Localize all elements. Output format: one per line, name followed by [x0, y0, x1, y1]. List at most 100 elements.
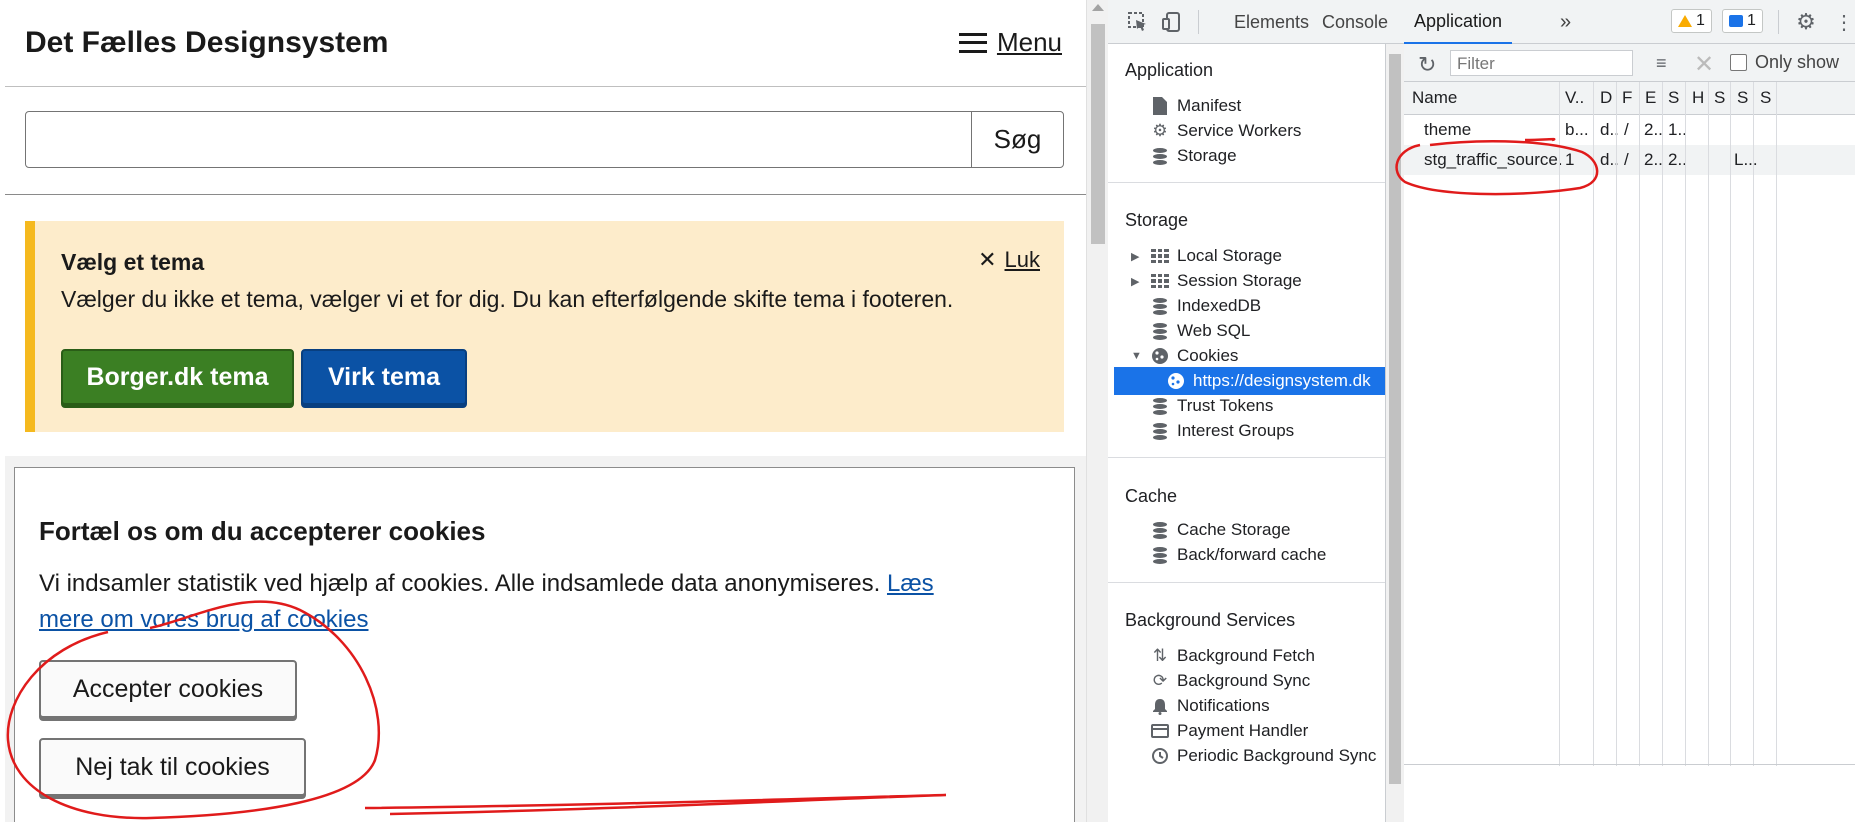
- close-icon: ✕: [978, 247, 997, 272]
- divider: [1108, 457, 1385, 458]
- decline-cookies-button[interactable]: Nej tak til cookies: [39, 738, 306, 796]
- column-header-secure[interactable]: S: [1714, 82, 1725, 114]
- divider: [1108, 582, 1385, 583]
- inspect-element-icon[interactable]: [1126, 10, 1150, 34]
- clock-icon: [1150, 746, 1170, 766]
- column-header-sameparty[interactable]: S: [1760, 82, 1771, 114]
- search-input[interactable]: [25, 111, 973, 168]
- column-divider: [1708, 82, 1709, 766]
- cookie-banner-text: Vi indsamler statistik ved hjælp af cook…: [39, 566, 969, 638]
- sidebar-scrollbar[interactable]: [1386, 44, 1404, 822]
- database-icon: [1150, 520, 1170, 540]
- messages-count: 1: [1747, 12, 1756, 29]
- column-divider: [1730, 82, 1731, 766]
- bell-icon: [1150, 696, 1170, 716]
- more-options-icon[interactable]: ⋮: [1832, 10, 1855, 34]
- scroll-up-icon[interactable]: [1092, 4, 1104, 11]
- sidebar-item-manifest[interactable]: Manifest: [1108, 92, 1385, 120]
- column-header-domain[interactable]: D: [1600, 82, 1612, 114]
- sidebar-item-interest-groups[interactable]: Interest Groups: [1108, 417, 1385, 445]
- sidebar-item-background-fetch[interactable]: ⇅ Background Fetch: [1108, 642, 1385, 670]
- sidebar-item-storage[interactable]: Storage: [1108, 142, 1385, 170]
- database-icon: [1150, 296, 1170, 316]
- tab-application[interactable]: Application: [1404, 0, 1513, 44]
- divider: [1404, 764, 1855, 765]
- column-header-name[interactable]: Name: [1412, 82, 1457, 114]
- gear-icon[interactable]: ⚙: [1794, 9, 1818, 34]
- warnings-badge[interactable]: 1: [1671, 9, 1712, 33]
- sidebar-item-indexeddb[interactable]: IndexedDB: [1108, 292, 1385, 320]
- accept-cookies-button[interactable]: Accepter cookies: [39, 660, 297, 718]
- sidebar-item-background-sync[interactable]: ⟳ Background Sync: [1108, 667, 1385, 695]
- sidebar-item-service-workers[interactable]: ⚙ Service Workers: [1108, 117, 1385, 145]
- alert-close-label: Luk: [1004, 247, 1040, 272]
- menu-label: Menu: [996, 27, 1062, 57]
- sidebar-item-web-sql[interactable]: Web SQL: [1108, 317, 1385, 345]
- column-header-expires[interactable]: E: [1645, 82, 1656, 114]
- column-header-samesite[interactable]: S: [1737, 82, 1748, 114]
- messages-badge[interactable]: 1: [1722, 9, 1763, 33]
- page-scrollbar[interactable]: [1086, 0, 1108, 822]
- sidebar-item-cookie-origin[interactable]: https://designsystem.dk: [1114, 367, 1385, 395]
- filter-input[interactable]: Filter: [1450, 50, 1633, 76]
- column-header-size[interactable]: S: [1668, 82, 1679, 114]
- column-divider: [1559, 82, 1560, 766]
- scrollbar-thumb[interactable]: [1091, 24, 1105, 244]
- divider: [1108, 182, 1385, 183]
- menu-button[interactable]: Menu: [958, 27, 1062, 58]
- borger-theme-button[interactable]: Borger.dk tema: [61, 349, 294, 405]
- only-show-checkbox[interactable]: [1730, 54, 1747, 71]
- devtools-toolbar: Elements Console Application » 1 1 ⚙ ⋮: [1108, 0, 1855, 44]
- toolbar-divider: [1198, 10, 1199, 34]
- gear-icon: ⚙: [1152, 121, 1168, 140]
- site-title[interactable]: Det Fælles Designsystem: [25, 26, 388, 60]
- only-show-label: Only show: [1755, 52, 1840, 72]
- expand-arrow-icon[interactable]: ▶: [1131, 250, 1139, 263]
- more-tabs-icon[interactable]: »: [1560, 0, 1571, 44]
- sidebar-item-back-forward-cache[interactable]: Back/forward cache: [1108, 541, 1385, 569]
- device-toolbar-icon[interactable]: [1160, 10, 1184, 34]
- sidebar-item-notifications[interactable]: Notifications: [1108, 692, 1385, 720]
- table-icon: [1150, 246, 1170, 266]
- database-icon: [1150, 545, 1170, 565]
- table-row[interactable]: theme b... d.. / 2.. 1..: [1404, 115, 1855, 145]
- refresh-icon[interactable]: ↻: [1418, 52, 1436, 78]
- warning-icon: [1678, 15, 1692, 27]
- scrollbar-thumb[interactable]: [1389, 54, 1401, 784]
- tab-console[interactable]: Console: [1322, 0, 1388, 44]
- sidebar-item-local-storage[interactable]: ▶ Local Storage: [1108, 242, 1385, 270]
- sync-icon: ⟳: [1152, 671, 1168, 690]
- card-icon: [1150, 721, 1170, 741]
- clear-filtered-cookies-icon[interactable]: ≡: [1656, 53, 1667, 74]
- sidebar-item-payment-handler[interactable]: Payment Handler: [1108, 717, 1385, 745]
- column-divider: [1685, 82, 1686, 766]
- sidebar-item-cache-storage[interactable]: Cache Storage: [1108, 516, 1385, 544]
- only-show-filter[interactable]: Only show: [1730, 52, 1839, 73]
- website-viewport: Det Fælles Designsystem Menu Søg Vælg et…: [0, 0, 1086, 822]
- tab-elements[interactable]: Elements: [1234, 0, 1309, 44]
- cookies-table: Name V.. D F E S H S S S theme b... d.. …: [1404, 82, 1855, 766]
- sidebar-item-session-storage[interactable]: ▶ Session Storage: [1108, 267, 1385, 295]
- cookies-toolbar: ↻ Filter ≡ ✕ Only show: [1404, 44, 1855, 82]
- cookies-view: ↻ Filter ≡ ✕ Only show Name V.. D F E S …: [1404, 44, 1855, 822]
- sidebar-item-periodic-background-sync[interactable]: Periodic Background Sync: [1108, 742, 1385, 770]
- alert-close-button[interactable]: ✕ Luk: [978, 247, 1040, 273]
- virk-theme-button[interactable]: Virk tema: [301, 349, 467, 405]
- alert-title: Vælg et tema: [61, 249, 205, 275]
- cookie-icon: [1150, 346, 1170, 366]
- delete-icon[interactable]: ✕: [1694, 50, 1714, 79]
- cookie-text-body: Vi indsamler statistik ved hjælp af cook…: [39, 570, 881, 597]
- collapse-arrow-icon[interactable]: ▼: [1131, 350, 1142, 362]
- sidebar-item-cookies[interactable]: ▼ Cookies: [1108, 342, 1385, 370]
- expand-arrow-icon[interactable]: ▶: [1131, 275, 1139, 288]
- sidebar-item-trust-tokens[interactable]: Trust Tokens: [1108, 392, 1385, 420]
- file-icon: [1150, 96, 1170, 116]
- column-divider: [1662, 82, 1663, 766]
- column-header-value[interactable]: V..: [1565, 82, 1584, 114]
- database-icon: [1150, 421, 1170, 441]
- search-button[interactable]: Søg: [971, 111, 1064, 168]
- column-header-httponly[interactable]: H: [1692, 82, 1704, 114]
- column-header-path[interactable]: F: [1622, 82, 1632, 114]
- table-row[interactable]: stg_traffic_source... 1 d.. / 2.. 2.. L.…: [1404, 145, 1855, 175]
- table-header: Name V.. D F E S H S S S: [1404, 82, 1855, 115]
